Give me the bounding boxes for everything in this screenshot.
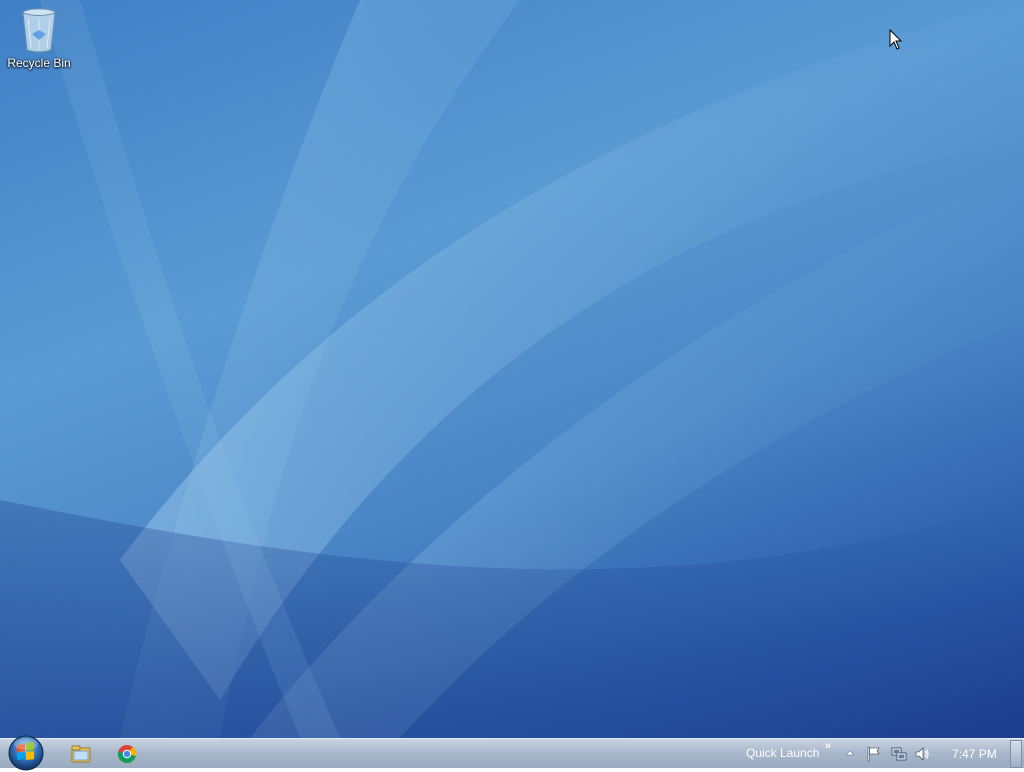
action-center-flag-icon[interactable]	[866, 746, 882, 762]
wallpaper	[0, 0, 1024, 738]
start-button[interactable]	[7, 734, 45, 772]
taskbar: Quick Launch » 7:47 PM	[0, 735, 1024, 771]
quick-launch-toolbar[interactable]: Quick Launch	[746, 746, 819, 760]
recycle-bin-label: Recycle Bin	[7, 56, 71, 70]
recycle-bin-icon	[22, 8, 56, 53]
show-hidden-icons-icon[interactable]	[844, 746, 856, 760]
chrome-icon[interactable]	[116, 743, 138, 765]
mouse-cursor-icon	[889, 29, 903, 50]
volume-icon[interactable]	[914, 746, 930, 762]
quick-launch-chevron-icon[interactable]: »	[825, 740, 831, 752]
file-explorer-icon[interactable]	[70, 743, 92, 765]
desktop[interactable]: Recycle Bin	[0, 0, 1024, 738]
show-desktop-button[interactable]	[1010, 740, 1022, 768]
network-icon[interactable]	[891, 746, 907, 762]
desktop-icon-recycle-bin[interactable]: Recycle Bin	[4, 6, 74, 70]
taskbar-clock[interactable]: 7:47 PM	[952, 747, 997, 761]
